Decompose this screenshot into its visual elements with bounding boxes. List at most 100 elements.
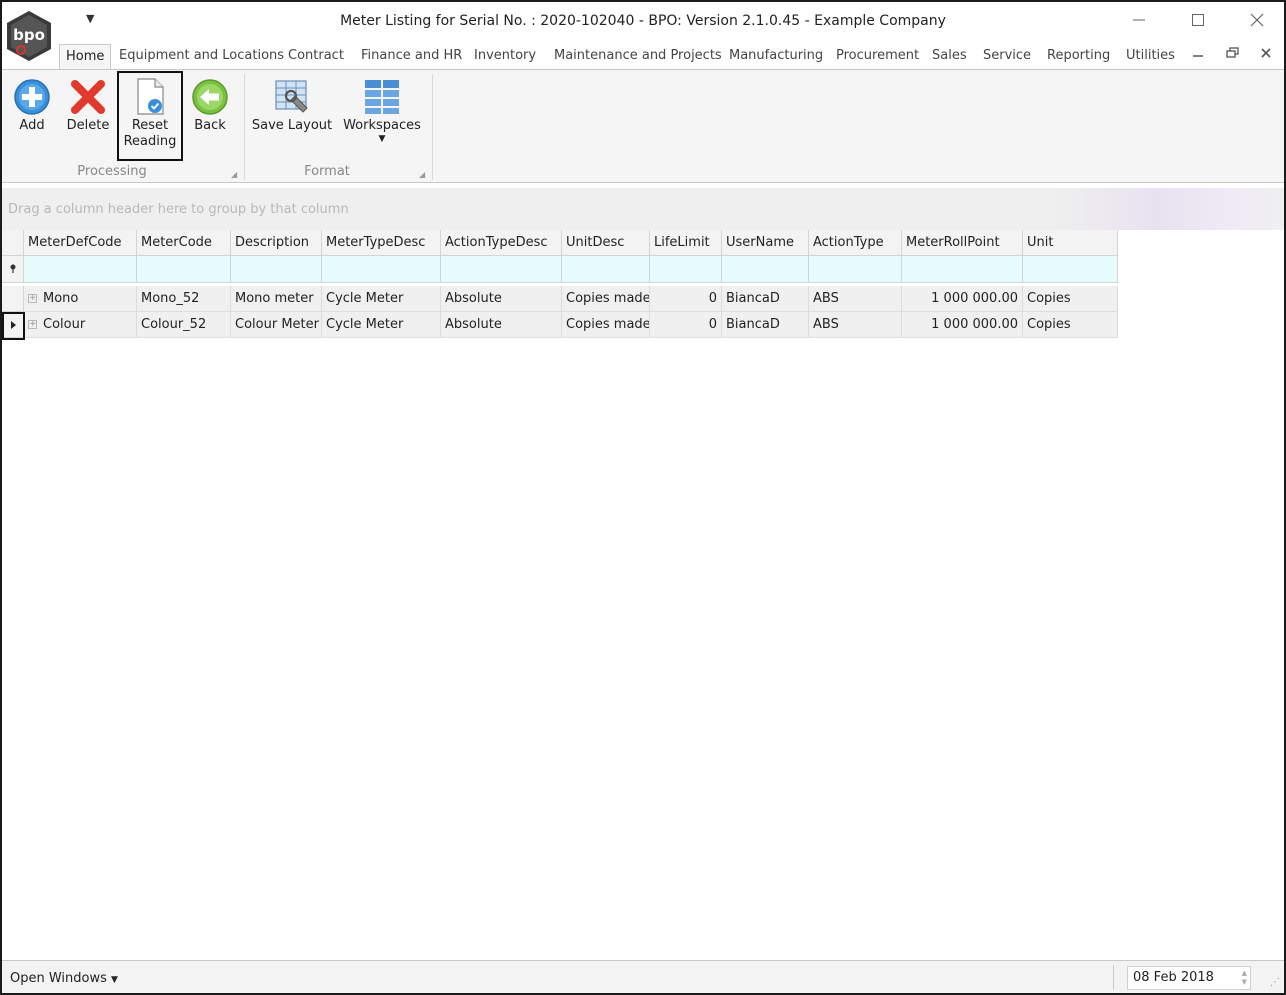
- column-header-unit[interactable]: Unit: [1023, 230, 1118, 256]
- filter-description[interactable]: [231, 256, 322, 283]
- column-header-description[interactable]: Description: [231, 230, 322, 256]
- column-header-unitdesc[interactable]: UnitDesc: [562, 230, 650, 256]
- delete-button[interactable]: Delete: [64, 70, 112, 134]
- mdi-minimize-icon: [1193, 55, 1203, 57]
- expand-icon[interactable]: +: [28, 320, 37, 329]
- cell-text: Colour: [43, 317, 86, 332]
- table-cell-unitdesc[interactable]: Copies made: [562, 312, 650, 338]
- table-cell-actiontype[interactable]: ABS: [809, 312, 902, 338]
- table-cell-lifelimit[interactable]: 0: [650, 286, 722, 312]
- date-spinner-icon[interactable]: ▲ ▼: [1242, 969, 1247, 987]
- filter-row-indicator: [2, 256, 24, 283]
- status-bar: Open Windows ▼ 08 Feb 2018 ▲ ▼ ⋰: [2, 960, 1284, 993]
- tab-sales[interactable]: Sales: [932, 44, 967, 70]
- tab-reporting[interactable]: Reporting: [1047, 44, 1110, 70]
- resize-grip-icon[interactable]: ⋰: [1270, 977, 1280, 988]
- filter-pin-icon: [10, 264, 16, 273]
- tab-manufacturing[interactable]: Manufacturing: [729, 44, 823, 70]
- filter-username[interactable]: [722, 256, 809, 283]
- open-windows-button[interactable]: Open Windows ▼: [10, 971, 118, 986]
- table-cell-actiontypedesc[interactable]: Absolute: [441, 286, 562, 312]
- table-cell-meterrollpoint[interactable]: 1 000 000.00: [902, 286, 1023, 312]
- mdi-restore-icon: [1226, 47, 1239, 58]
- tab-utilities[interactable]: Utilities: [1126, 44, 1175, 70]
- table-cell-description[interactable]: Mono meter: [231, 286, 322, 312]
- bpo-logo[interactable]: bpo: [4, 10, 54, 62]
- table-cell-unitdesc[interactable]: Copies made: [562, 286, 650, 312]
- column-header-lifelimit[interactable]: LifeLimit: [650, 230, 722, 256]
- table-cell-actiontypedesc[interactable]: Absolute: [441, 312, 562, 338]
- header-indicator: [2, 230, 24, 256]
- workspaces-button[interactable]: Workspaces ▼: [342, 70, 422, 144]
- filter-metertypedesc[interactable]: [322, 256, 441, 283]
- back-arrow-icon: [192, 79, 228, 115]
- close-button[interactable]: [1242, 11, 1272, 33]
- filter-actiontypedesc[interactable]: [441, 256, 562, 283]
- tab-finance-and-hr[interactable]: Finance and HR: [361, 44, 462, 70]
- filter-actiontype[interactable]: [809, 256, 902, 283]
- mdi-minimize-button[interactable]: [1192, 47, 1204, 63]
- table-cell-lifelimit[interactable]: 0: [650, 312, 722, 338]
- table-cell-description[interactable]: Colour Meter: [231, 312, 322, 338]
- tab-maintenance-and-projects[interactable]: Maintenance and Projects: [554, 44, 722, 70]
- processing-dialog-launcher-icon[interactable]: ◢: [231, 170, 237, 179]
- group-by-panel[interactable]: Drag a column header here to group by th…: [2, 188, 1284, 230]
- tab-equipment-and-locations[interactable]: Equipment and Locations: [119, 44, 284, 70]
- add-label: Add: [19, 118, 45, 133]
- row-indicator[interactable]: [2, 286, 24, 312]
- column-header-actiontype[interactable]: ActionType: [809, 230, 902, 256]
- save-layout-button[interactable]: Save Layout: [251, 70, 333, 134]
- tab-procurement[interactable]: Procurement: [836, 44, 919, 70]
- cell-text: Mono: [43, 291, 79, 306]
- open-windows-dropdown-icon: ▼: [111, 975, 118, 985]
- ribbon-tab-bar: Home Equipment and Locations Contract Fi…: [2, 44, 1284, 70]
- group-by-hint: Drag a column header here to group by th…: [8, 202, 349, 217]
- tab-home[interactable]: Home: [59, 44, 112, 70]
- table-cell-unit[interactable]: Copies: [1023, 286, 1118, 312]
- mdi-close-button[interactable]: [1260, 47, 1272, 63]
- reset-reading-highlight: [117, 71, 183, 161]
- table-cell-username[interactable]: BiancaD: [722, 312, 809, 338]
- minimize-button[interactable]: [1124, 11, 1154, 33]
- delete-icon: [71, 80, 105, 114]
- table-cell-username[interactable]: BiancaD: [722, 286, 809, 312]
- filter-unit[interactable]: [1023, 256, 1118, 283]
- column-header-metertypedesc[interactable]: MeterTypeDesc: [322, 230, 441, 256]
- tab-contract[interactable]: Contract: [288, 44, 344, 70]
- table-cell-meterdefcode[interactable]: + Colour: [24, 312, 137, 338]
- table-cell-metertypedesc[interactable]: Cycle Meter: [322, 286, 441, 312]
- filter-meterdefcode[interactable]: [24, 256, 137, 283]
- add-icon: [14, 79, 50, 115]
- filter-metercode[interactable]: [137, 256, 231, 283]
- table-cell-metercode[interactable]: Colour_52: [137, 312, 231, 338]
- format-dialog-launcher-icon[interactable]: ◢: [419, 170, 425, 179]
- tab-inventory[interactable]: Inventory: [474, 44, 536, 70]
- table-cell-actiontype[interactable]: ABS: [809, 286, 902, 312]
- table-cell-unit[interactable]: Copies: [1023, 312, 1118, 338]
- mdi-close-icon: [1261, 48, 1271, 58]
- expand-icon[interactable]: +: [28, 294, 37, 303]
- add-button[interactable]: Add: [8, 70, 56, 134]
- table-cell-metercode[interactable]: Mono_52: [137, 286, 231, 312]
- tab-service[interactable]: Service: [983, 44, 1031, 70]
- filter-lifelimit[interactable]: [650, 256, 722, 283]
- application-window: bpo ▼ Meter Listing for Serial No. : 202…: [0, 0, 1286, 995]
- mdi-restore-button[interactable]: [1226, 47, 1239, 63]
- save-layout-label: Save Layout: [251, 118, 333, 133]
- filter-unitdesc[interactable]: [562, 256, 650, 283]
- table-cell-meterdefcode[interactable]: + Mono: [24, 286, 137, 312]
- column-header-metercode[interactable]: MeterCode: [137, 230, 231, 256]
- column-header-username[interactable]: UserName: [722, 230, 809, 256]
- current-row-highlight: [2, 312, 25, 340]
- workspaces-label: Workspaces: [343, 118, 421, 133]
- back-button[interactable]: Back: [187, 70, 233, 134]
- open-windows-label: Open Windows: [10, 971, 107, 986]
- column-header-meterdefcode[interactable]: MeterDefCode: [24, 230, 137, 256]
- column-header-meterrollpoint[interactable]: MeterRollPoint: [902, 230, 1023, 256]
- date-field[interactable]: 08 Feb 2018 ▲ ▼: [1127, 966, 1251, 990]
- column-header-actiontypedesc[interactable]: ActionTypeDesc: [441, 230, 562, 256]
- table-cell-meterrollpoint[interactable]: 1 000 000.00: [902, 312, 1023, 338]
- maximize-button[interactable]: [1183, 11, 1213, 33]
- table-cell-metertypedesc[interactable]: Cycle Meter: [322, 312, 441, 338]
- filter-meterrollpoint[interactable]: [902, 256, 1023, 283]
